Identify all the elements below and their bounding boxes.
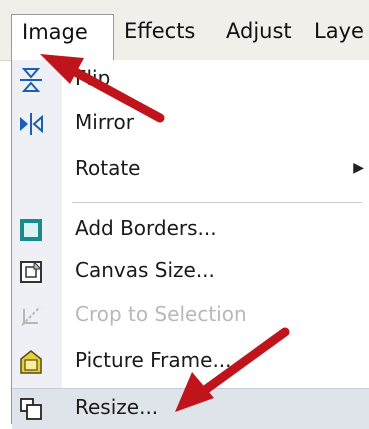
image-dropdown-menu: Flip Mirror Rotate ▶ Add Borders... Canv… — [11, 60, 369, 429]
menu-adjust[interactable]: Adjust — [216, 14, 302, 48]
menu-item-rotate-label: Rotate — [75, 156, 141, 180]
menu-effects-label: Effects — [124, 19, 196, 43]
menu-layers[interactable]: Laye — [304, 14, 369, 48]
canvas-icon — [20, 260, 43, 283]
menu-layers-label: Laye — [314, 19, 364, 43]
menu-item-picture-frame[interactable]: Picture Frame... — [12, 342, 369, 382]
menu-item-flip[interactable]: Flip — [12, 60, 369, 100]
flip-vertical-icon — [20, 68, 42, 92]
menu-item-mirror-label: Mirror — [75, 110, 134, 134]
menu-image-label: Image — [22, 20, 88, 44]
mirror-icon — [20, 113, 43, 135]
menu-item-add-borders[interactable]: Add Borders... — [12, 210, 369, 250]
menu-item-mirror[interactable]: Mirror — [12, 104, 369, 144]
resize-icon — [20, 398, 42, 420]
menu-bar: Image Effects Adjust Laye — [0, 0, 369, 61]
menu-item-canvas-size-label: Canvas Size... — [75, 258, 215, 282]
menu-item-resize-label: Resize... — [75, 395, 159, 419]
menu-image[interactable]: Image — [11, 14, 114, 60]
menu-effects[interactable]: Effects — [114, 14, 205, 48]
menu-item-picture-frame-label: Picture Frame... — [75, 348, 232, 372]
menu-item-add-borders-label: Add Borders... — [75, 216, 217, 240]
menu-item-crop-to-selection[interactable]: Crop to Selection — [12, 296, 369, 336]
menu-item-rotate[interactable]: Rotate ▶ — [12, 150, 369, 190]
border-icon — [20, 219, 42, 241]
frame-icon — [20, 350, 42, 374]
crop-icon — [21, 306, 41, 326]
menu-separator — [72, 202, 362, 203]
menu-item-resize[interactable]: Resize... — [12, 388, 369, 429]
menu-item-flip-label: Flip — [75, 66, 111, 90]
submenu-arrow-icon: ▶ — [353, 160, 364, 176]
menu-item-crop-to-selection-label: Crop to Selection — [75, 302, 247, 326]
menu-adjust-label: Adjust — [226, 19, 292, 43]
menu-item-canvas-size[interactable]: Canvas Size... — [12, 252, 369, 292]
